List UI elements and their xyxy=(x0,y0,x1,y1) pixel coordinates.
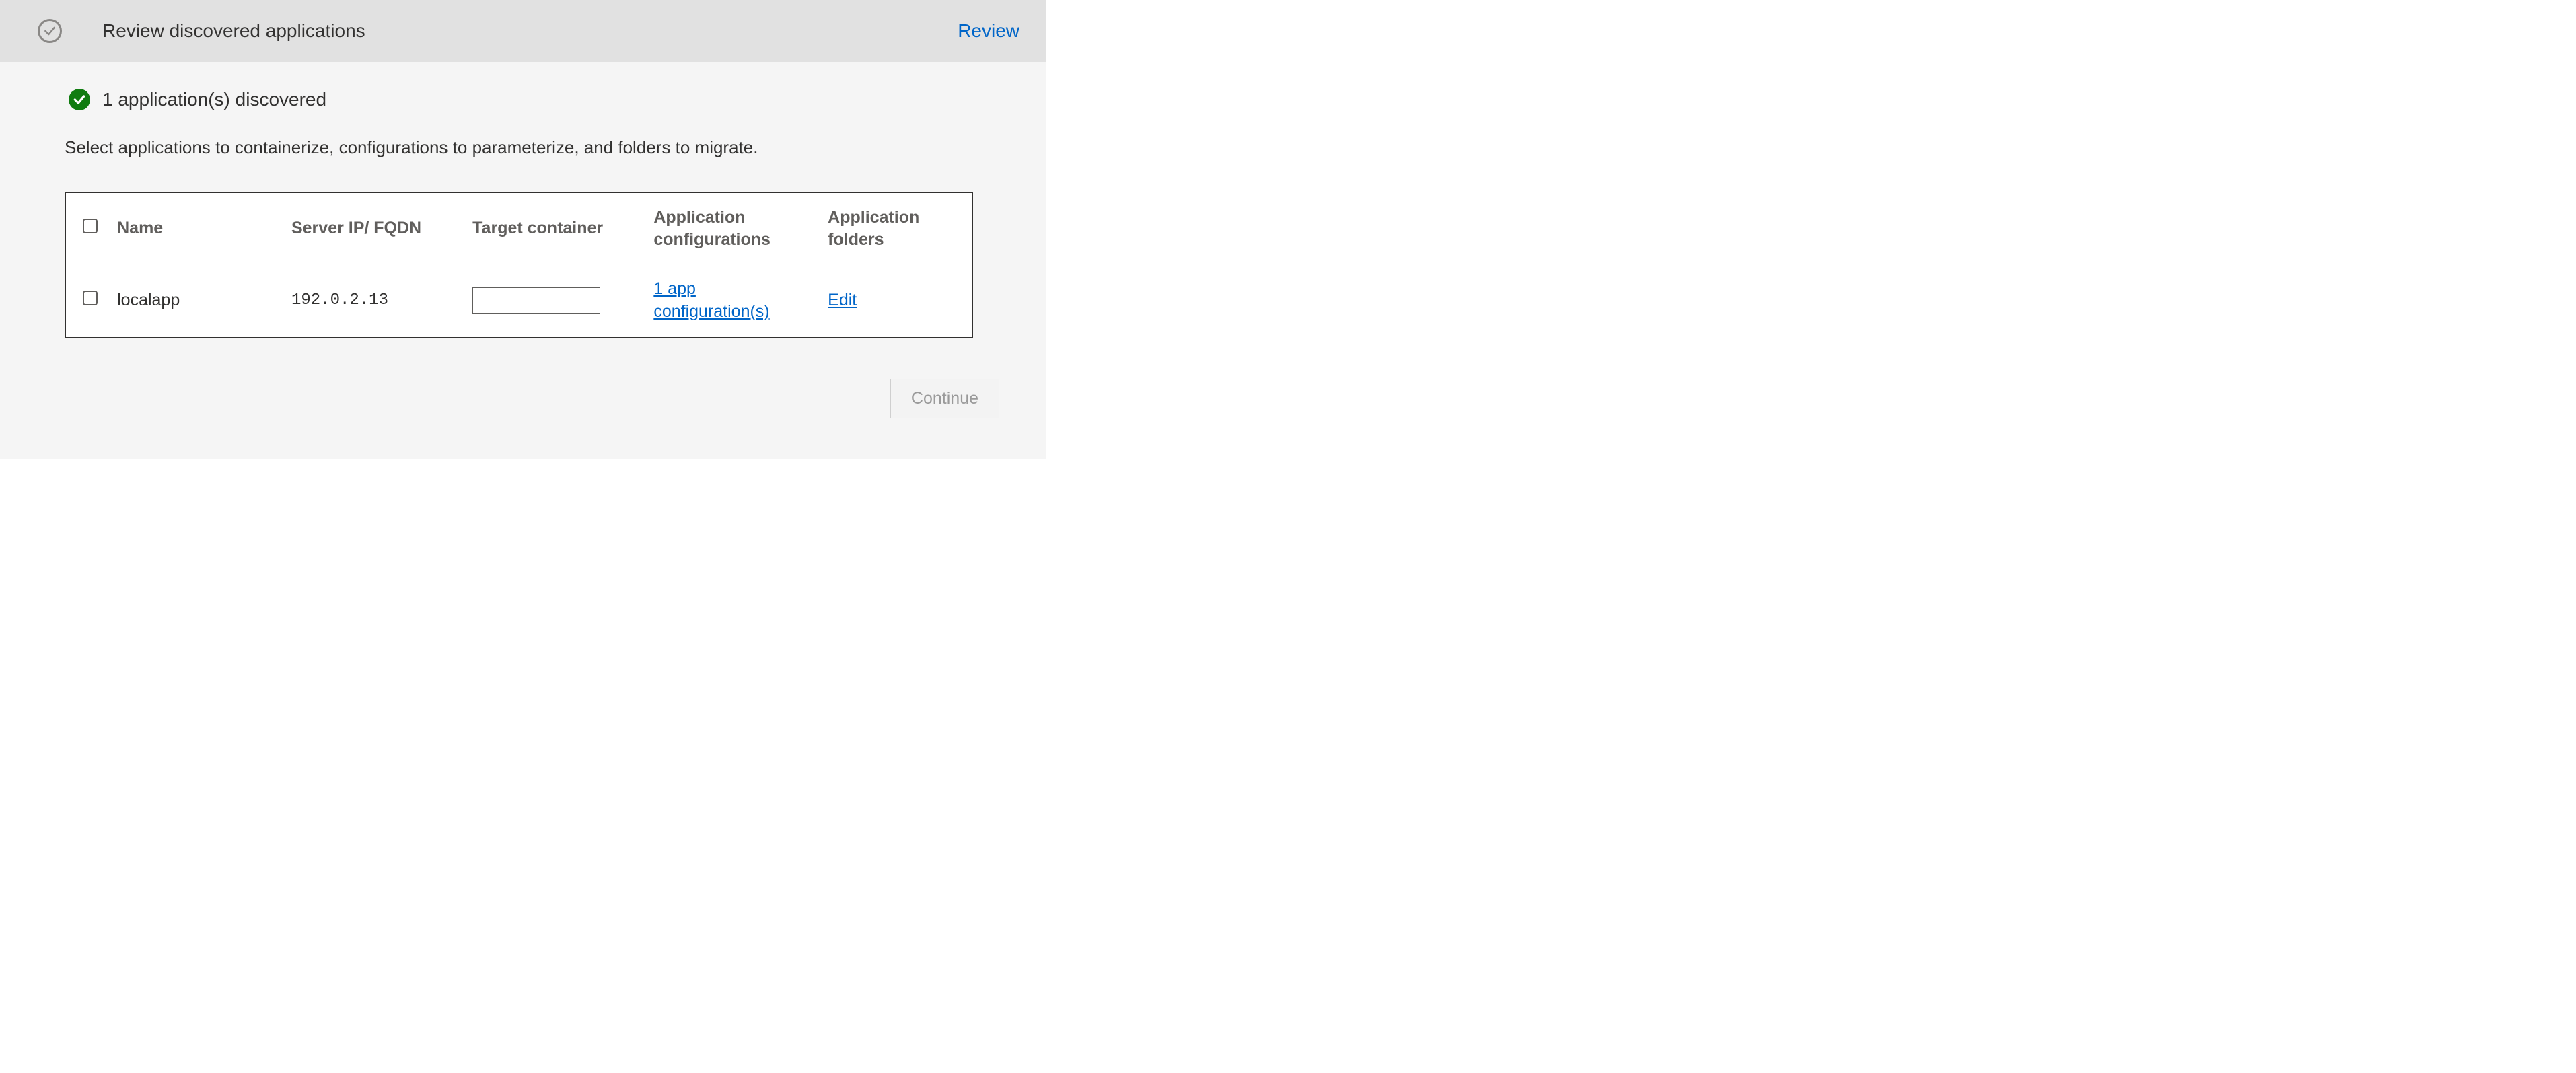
status-row: 1 application(s) discovered xyxy=(69,89,999,110)
col-header-config: Application configurations xyxy=(644,193,818,264)
cell-name: localapp xyxy=(108,264,282,337)
col-header-target: Target container xyxy=(463,193,644,264)
continue-button[interactable]: Continue xyxy=(890,379,999,418)
select-all-checkbox[interactable] xyxy=(83,219,98,233)
instruction-text: Select applications to containerize, con… xyxy=(65,137,999,158)
edit-folders-link[interactable]: Edit xyxy=(828,289,857,312)
col-header-name: Name xyxy=(108,193,282,264)
applications-table: Name Server IP/ FQDN Target container Ap… xyxy=(65,192,973,338)
table-row: localapp 192.0.2.13 1 app configuration(… xyxy=(66,264,972,337)
row-checkbox[interactable] xyxy=(83,291,98,305)
step-header: Review discovered applications Review xyxy=(0,0,1046,62)
success-icon xyxy=(69,89,90,110)
step-title: Review discovered applications xyxy=(102,20,917,42)
cell-server: 192.0.2.13 xyxy=(282,264,463,337)
target-container-input[interactable] xyxy=(472,287,600,314)
review-link[interactable]: Review xyxy=(958,20,1019,42)
step-content: 1 application(s) discovered Select appli… xyxy=(0,62,1046,459)
status-text: 1 application(s) discovered xyxy=(102,89,326,110)
app-configurations-link[interactable]: 1 app configuration(s) xyxy=(653,278,809,324)
right-gutter xyxy=(1046,0,2576,459)
col-header-folders: Application folders xyxy=(818,193,972,264)
col-header-server: Server IP/ FQDN xyxy=(282,193,463,264)
checkmark-circle-icon xyxy=(38,19,62,43)
